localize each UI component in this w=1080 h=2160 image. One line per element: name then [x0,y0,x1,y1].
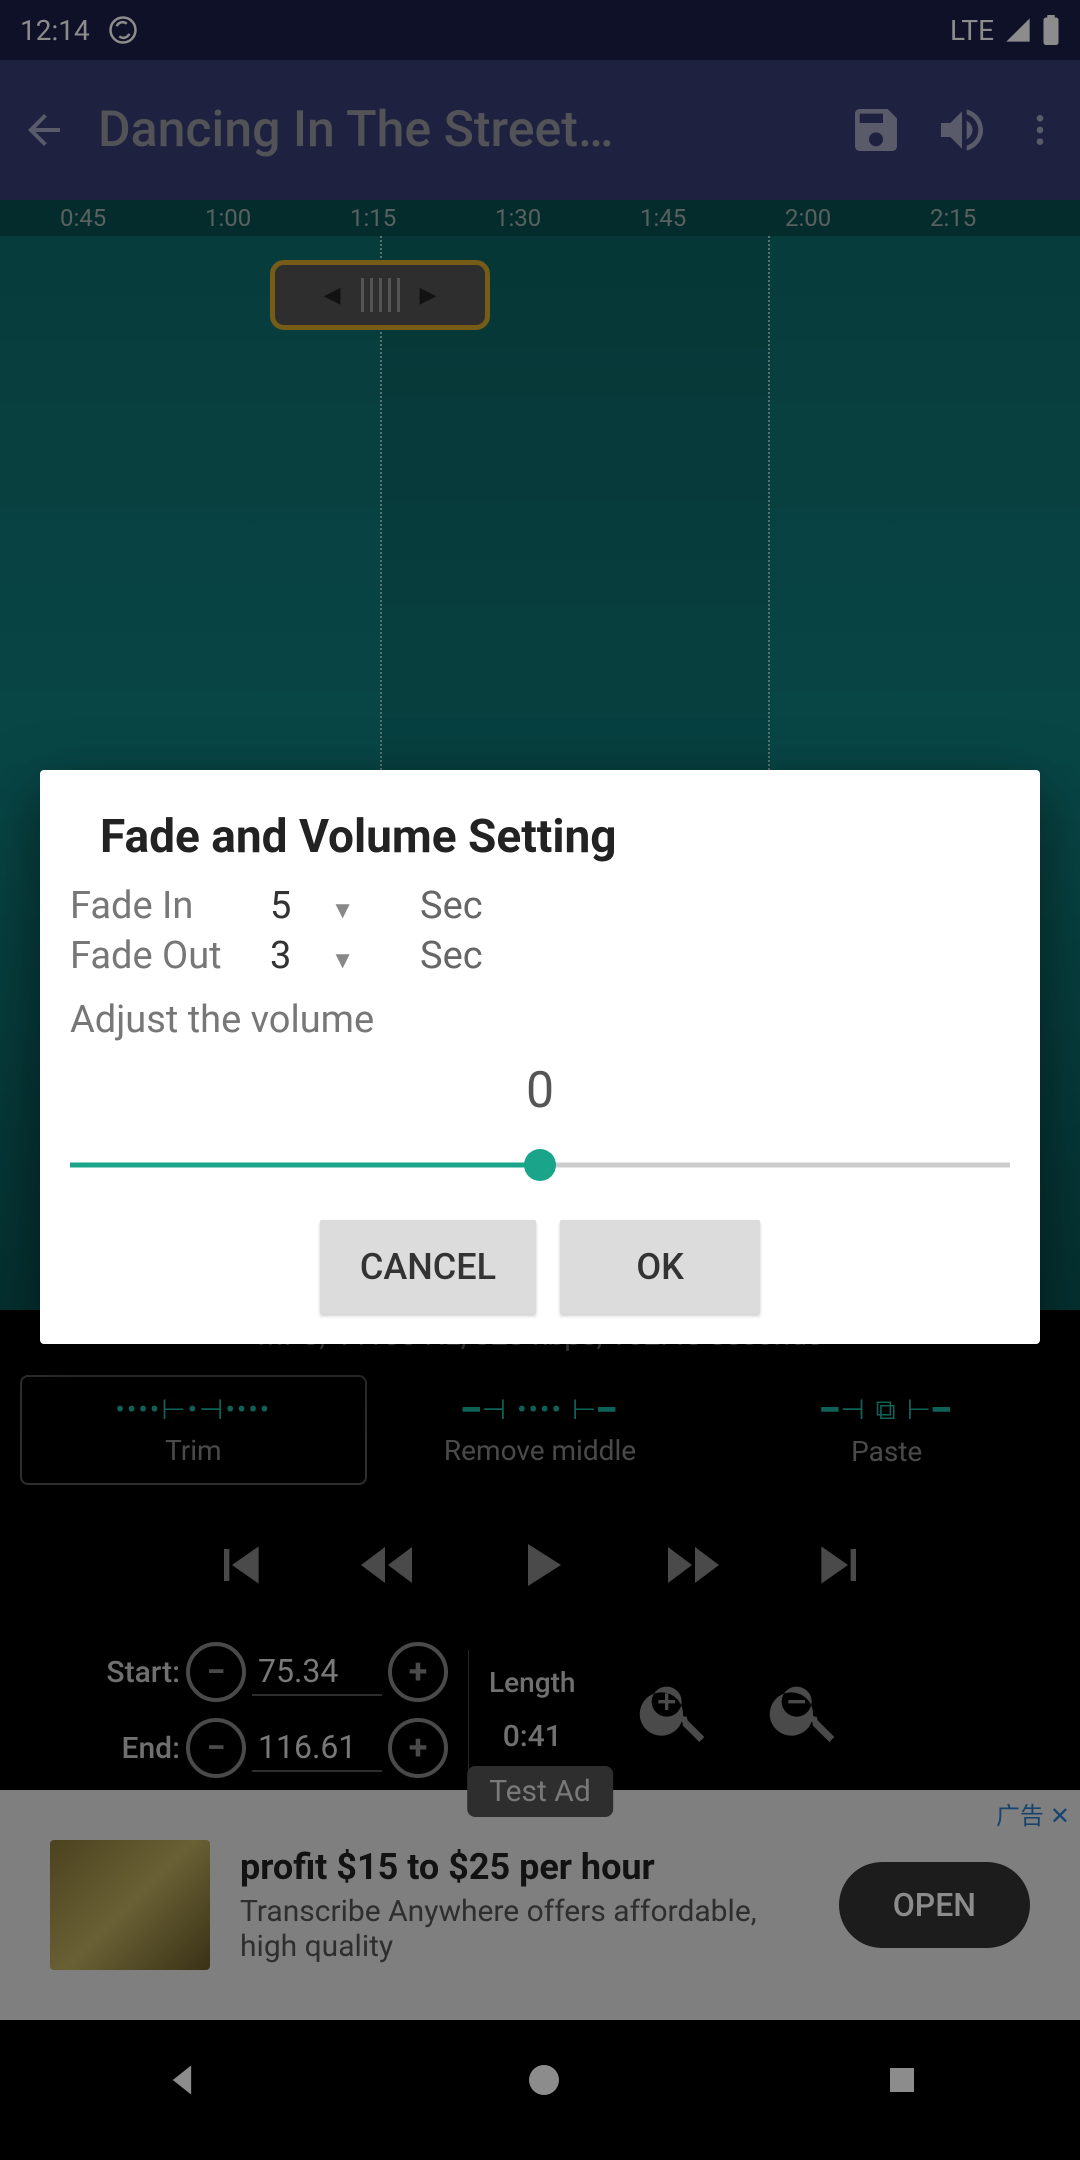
adjust-volume-label: Adjust the volume [70,998,1010,1042]
fade-out-unit: Sec [420,934,483,978]
fade-in-unit: Sec [420,884,483,928]
fade-out-label: Fade Out [70,934,250,978]
volume-value: 0 [70,1062,1010,1120]
dropdown-icon: ▼ [331,946,355,974]
fade-in-select[interactable]: 5 ▼ [260,884,380,928]
fade-out-select[interactable]: 3 ▼ [260,934,380,978]
cancel-button[interactable]: CANCEL [320,1220,536,1314]
dialog-title: Fade and Volume Setting [100,810,1010,864]
fade-in-label: Fade In [70,884,250,928]
volume-slider[interactable] [70,1140,1010,1190]
ok-button[interactable]: OK [560,1220,760,1314]
slider-thumb[interactable] [524,1149,556,1181]
dropdown-icon: ▼ [331,896,355,924]
fade-volume-dialog: Fade and Volume Setting Fade In 5 ▼ Sec … [40,770,1040,1344]
